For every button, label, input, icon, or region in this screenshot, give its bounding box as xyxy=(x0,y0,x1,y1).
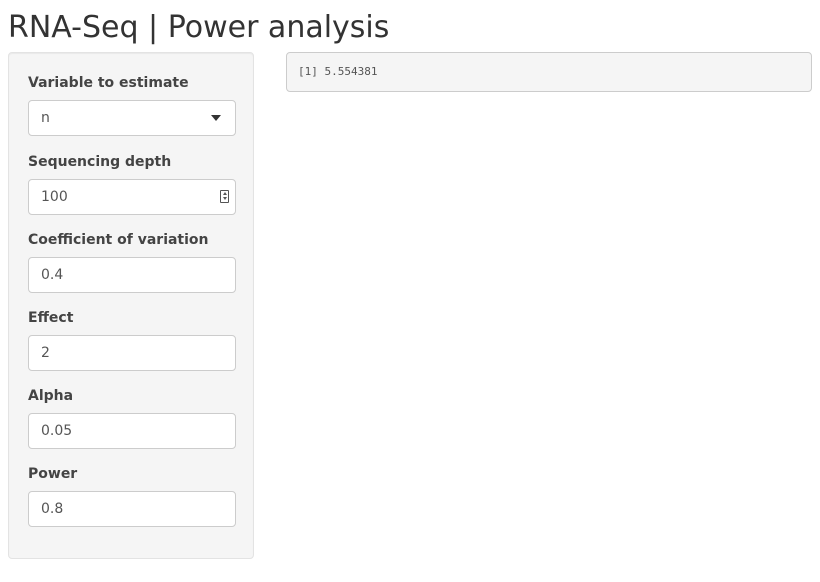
power-field: Power xyxy=(28,465,236,527)
spinner-icon[interactable] xyxy=(220,190,229,203)
variable-field: Variable to estimate n xyxy=(28,74,236,136)
power-input[interactable] xyxy=(28,491,236,527)
alpha-field: Alpha xyxy=(28,387,236,449)
depth-input[interactable] xyxy=(28,179,236,215)
power-label: Power xyxy=(28,466,78,482)
variable-label: Variable to estimate xyxy=(28,75,189,91)
cv-field: Coefficient of variation xyxy=(28,231,236,293)
alpha-input[interactable] xyxy=(28,413,236,449)
effect-input[interactable] xyxy=(28,335,236,371)
sidebar-panel: Variable to estimate n Sequencing depth … xyxy=(8,52,254,559)
variable-select[interactable]: n xyxy=(28,100,236,136)
variable-select-value: n xyxy=(41,110,50,126)
page-title: RNA-Seq | Power analysis xyxy=(8,10,390,45)
effect-label: Effect xyxy=(28,310,74,326)
result-output: [1] 5.554381 xyxy=(286,52,812,92)
alpha-label: Alpha xyxy=(28,388,74,404)
depth-number-wrap xyxy=(28,179,236,215)
effect-field: Effect xyxy=(28,309,236,371)
cv-input[interactable] xyxy=(28,257,236,293)
depth-label: Sequencing depth xyxy=(28,154,172,170)
cv-label: Coefficient of variation xyxy=(28,232,209,248)
depth-field: Sequencing depth xyxy=(28,153,236,215)
chevron-down-icon xyxy=(211,115,221,121)
